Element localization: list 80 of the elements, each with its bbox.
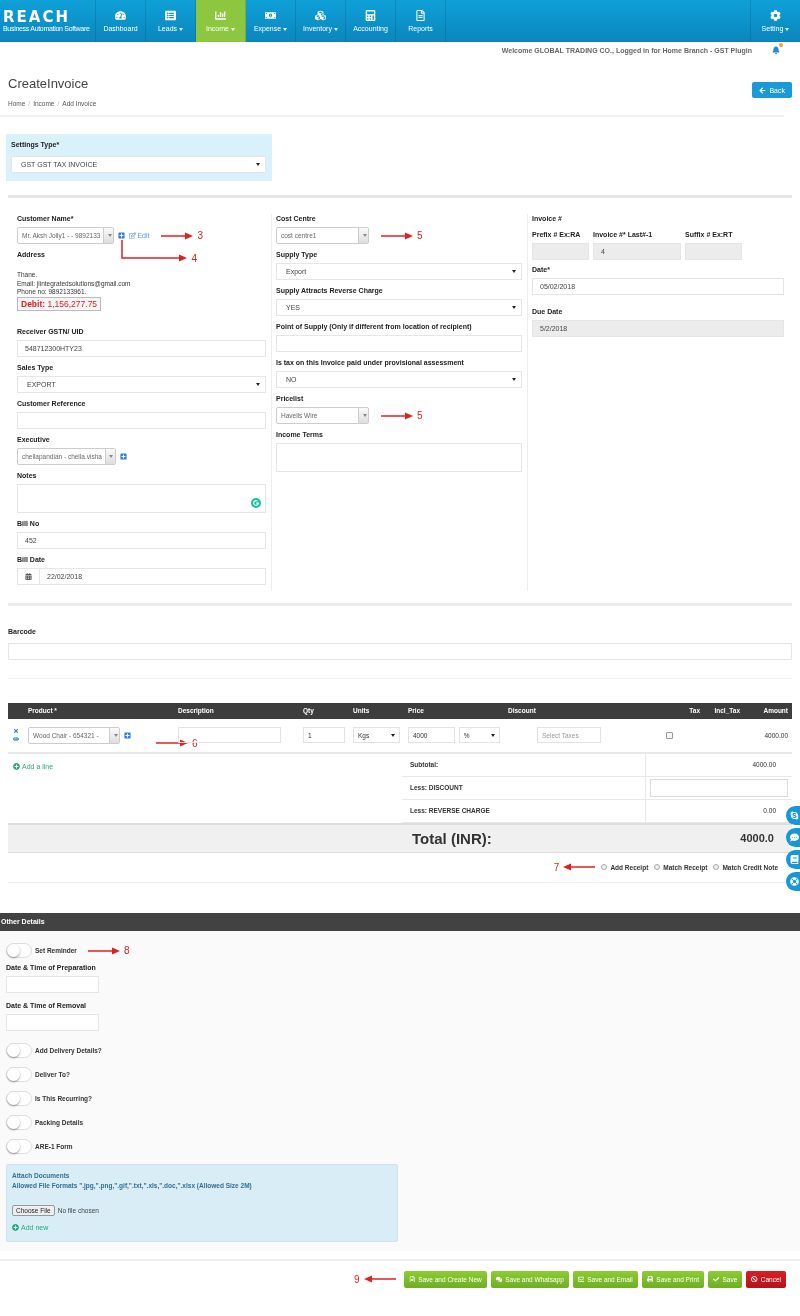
annotation-arrow bbox=[87, 946, 120, 955]
annotation-arrow bbox=[156, 739, 188, 747]
side-button[interactable] bbox=[786, 850, 800, 869]
envelope-icon bbox=[577, 1275, 585, 1283]
text-field[interactable] bbox=[6, 975, 99, 993]
gauge-icon bbox=[115, 10, 126, 21]
annotation-arrow bbox=[381, 411, 413, 420]
list-icon bbox=[165, 10, 176, 21]
debit-balance: Debit: 1,156,277.75 bbox=[17, 296, 102, 311]
edit-icon bbox=[129, 232, 137, 239]
eye-icon[interactable] bbox=[13, 736, 19, 742]
caret-icon bbox=[512, 270, 516, 273]
book-icon bbox=[790, 855, 799, 864]
notification-bell-icon[interactable] bbox=[772, 46, 780, 54]
radio-button[interactable] bbox=[601, 864, 608, 870]
grand-total-value: 4000.0 bbox=[740, 832, 775, 844]
side-button[interactable] bbox=[786, 806, 800, 825]
printer-icon bbox=[646, 1275, 654, 1283]
logo: REACH bbox=[3, 9, 71, 24]
annotation-arrow bbox=[381, 231, 413, 240]
document-icon bbox=[415, 10, 426, 21]
page-title: CreateInvoice bbox=[8, 76, 90, 91]
toggle-switch[interactable] bbox=[6, 943, 32, 958]
annotation-arrow bbox=[363, 1275, 396, 1283]
plus-icon bbox=[12, 1223, 19, 1231]
text-field[interactable] bbox=[650, 778, 788, 797]
caret-icon bbox=[491, 733, 495, 737]
lifebuoy-icon bbox=[790, 877, 799, 886]
cubes-icon bbox=[315, 10, 326, 21]
annotation-number: 7 bbox=[553, 861, 560, 873]
chat-icon bbox=[495, 1275, 503, 1283]
text-area[interactable] bbox=[276, 443, 522, 472]
arrow-left-icon bbox=[759, 86, 767, 94]
text-field[interactable] bbox=[6, 1013, 99, 1031]
ban-icon bbox=[751, 1275, 758, 1283]
caret-icon bbox=[512, 306, 516, 309]
calculator-icon bbox=[365, 10, 376, 21]
annotation-number: 9 bbox=[354, 1273, 360, 1285]
add-icon[interactable] bbox=[119, 452, 127, 460]
caret-icon bbox=[107, 234, 112, 237]
caret-icon bbox=[109, 454, 114, 458]
toggle-switch[interactable] bbox=[6, 1067, 32, 1082]
caret-icon bbox=[391, 733, 395, 737]
toggle-switch[interactable] bbox=[6, 1091, 32, 1106]
annotation-arrow bbox=[563, 863, 596, 871]
caret-icon bbox=[512, 378, 516, 381]
toggle-switch[interactable] bbox=[6, 1043, 32, 1058]
add-icon[interactable] bbox=[118, 232, 126, 239]
annotation-number: 5 bbox=[417, 230, 423, 241]
caret-icon bbox=[256, 382, 260, 386]
annotation-number: 4 bbox=[191, 253, 197, 264]
document-icon bbox=[408, 1275, 416, 1283]
radio-button[interactable] bbox=[654, 864, 661, 870]
chat-icon bbox=[790, 833, 799, 842]
text-area[interactable] bbox=[17, 483, 266, 513]
side-button[interactable] bbox=[786, 872, 800, 891]
annotation-number: 8 bbox=[123, 945, 130, 956]
annotation-number: 3 bbox=[197, 230, 204, 241]
caret-icon bbox=[256, 163, 260, 166]
toggle-switch[interactable] bbox=[6, 1139, 32, 1154]
gear-icon bbox=[770, 10, 781, 21]
text-field[interactable] bbox=[17, 411, 266, 429]
banknote-icon bbox=[265, 10, 276, 21]
text-field[interactable] bbox=[276, 335, 522, 352]
caret-icon bbox=[113, 733, 118, 737]
remove-icon[interactable] bbox=[13, 728, 19, 734]
skype-icon bbox=[790, 811, 799, 820]
add-icon[interactable] bbox=[124, 731, 131, 739]
grand-total-label: Total (INR): bbox=[412, 829, 493, 847]
calendar-icon bbox=[25, 568, 40, 584]
barcode-field[interactable] bbox=[8, 642, 792, 660]
bar-chart-icon bbox=[215, 10, 226, 21]
plus-icon bbox=[13, 762, 20, 770]
checkbox[interactable] bbox=[665, 731, 673, 739]
radio-button[interactable] bbox=[713, 864, 720, 870]
check-icon bbox=[712, 1275, 720, 1283]
caret-icon bbox=[362, 234, 367, 237]
caret-icon bbox=[362, 414, 367, 417]
toggle-switch[interactable] bbox=[6, 1115, 32, 1130]
annotation-number: 5 bbox=[417, 410, 423, 421]
